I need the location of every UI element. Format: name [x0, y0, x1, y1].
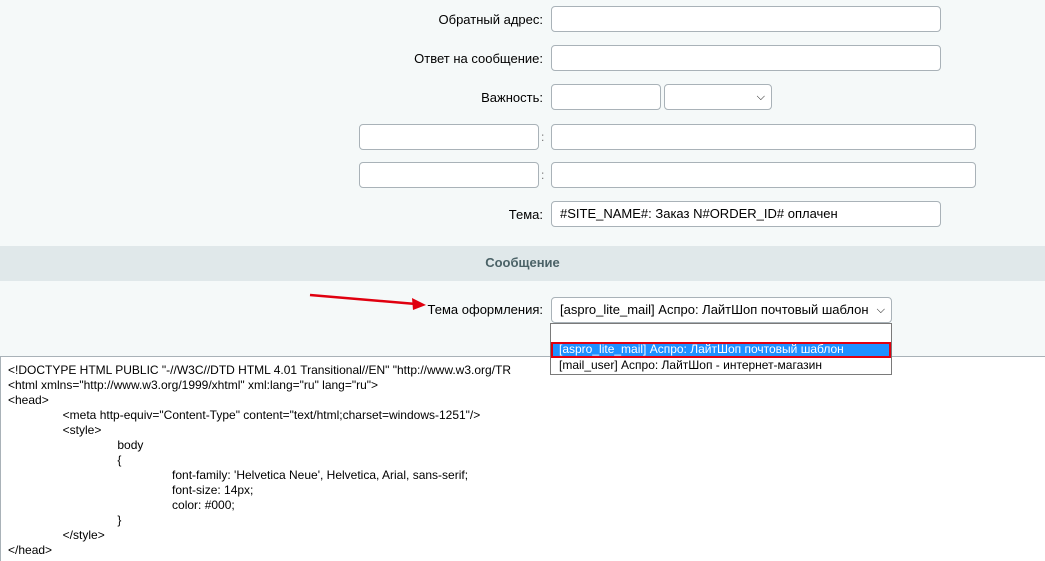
theme-option-empty[interactable] [551, 324, 891, 342]
code-line: font-size: 14px; [92, 483, 254, 497]
theme-option-aspro-lite-mail[interactable]: [aspro_lite_mail] Аспро: ЛайтШоп почтовы… [551, 342, 891, 358]
extra-header-2-value-input[interactable] [551, 162, 976, 188]
code-line: <meta http-equiv="Content-Type" content=… [36, 408, 481, 422]
extra-header-2-name-input[interactable] [359, 162, 539, 188]
extra-header-1-value-input[interactable] [551, 124, 976, 150]
subject-label: Тема: [508, 207, 543, 222]
code-line: <html xmlns="http://www.w3.org/1999/xhtm… [8, 378, 379, 392]
theme-dropdown-list[interactable]: [aspro_lite_mail] Аспро: ЛайтШоп почтовы… [550, 323, 892, 375]
html-code-editor[interactable]: <!DOCTYPE HTML PUBLIC "-//W3C//DTD HTML … [0, 356, 1045, 561]
section-header-message: Сообщение [0, 246, 1045, 281]
theme-select[interactable]: [aspro_lite_mail] Аспро: ЛайтШоп почтовы… [551, 297, 892, 323]
code-line: font-family: 'Helvetica Neue', Helvetica… [92, 468, 469, 482]
importance-label: Важность: [481, 90, 543, 105]
code-line: </style> [36, 528, 105, 542]
extra-header-1-name-input[interactable] [359, 124, 539, 150]
code-line: <head> [8, 393, 49, 407]
code-line: { [64, 453, 122, 467]
theme-option-mail-user[interactable]: [mail_user] Аспро: ЛайтШоп - интернет-ма… [551, 358, 891, 374]
code-line: } [64, 513, 122, 527]
code-line: color: #000; [92, 498, 235, 512]
reply-to-input[interactable] [551, 45, 941, 71]
chevron-down-icon: ⌵ [876, 304, 885, 316]
reply-to-label: Ответ на сообщение: [414, 51, 543, 66]
importance-input[interactable] [551, 84, 661, 110]
code-line: body [64, 438, 144, 452]
theme-label: Тема оформления: [427, 302, 543, 317]
code-line: </head> [8, 543, 53, 557]
return-address-label: Обратный адрес: [438, 12, 543, 27]
importance-select[interactable]: ⌵ [664, 84, 772, 110]
red-arrow-annotation-icon [309, 293, 426, 310]
subject-input[interactable]: #SITE_NAME#: Заказ N#ORDER_ID# оплачен [551, 201, 941, 227]
extra-header-2-colon: : [541, 168, 545, 182]
chevron-down-icon: ⌵ [756, 91, 765, 103]
extra-header-1-colon: : [541, 130, 545, 144]
return-address-input[interactable] [551, 6, 941, 32]
code-line: <style> [36, 423, 102, 437]
theme-select-value: [aspro_lite_mail] Аспро: ЛайтШоп почтовы… [560, 302, 869, 317]
